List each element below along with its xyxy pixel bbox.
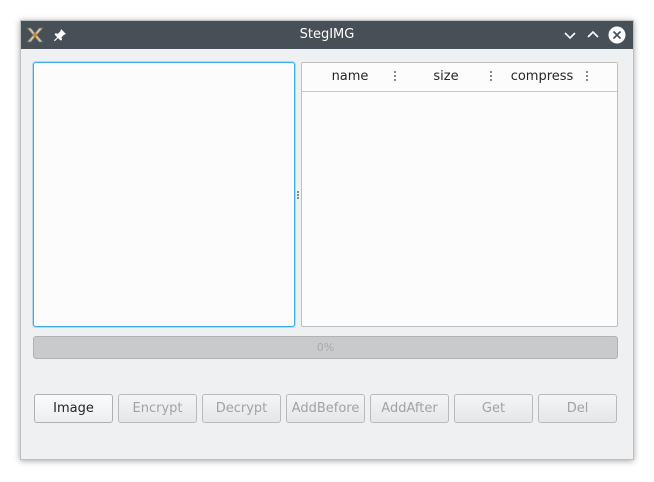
progress-bar: 0% bbox=[33, 336, 618, 359]
button-label: AddAfter bbox=[381, 401, 438, 416]
app-window: StegIMG name size compress 0% Image Encr… bbox=[20, 20, 634, 460]
column-label-size: size bbox=[433, 69, 459, 84]
table-header: name size compress bbox=[302, 63, 617, 92]
add-after-button[interactable]: AddAfter bbox=[370, 394, 449, 423]
column-label-compress: compress bbox=[510, 69, 574, 84]
add-before-button[interactable]: AddBefore bbox=[286, 394, 365, 423]
image-view[interactable] bbox=[33, 62, 295, 327]
column-header-compress[interactable]: compress bbox=[494, 63, 590, 91]
image-button[interactable]: Image bbox=[34, 394, 113, 423]
button-label: Decrypt bbox=[215, 401, 268, 416]
close-icon[interactable] bbox=[608, 26, 626, 44]
window-title: StegIMG bbox=[299, 27, 355, 42]
button-label: Del bbox=[566, 401, 589, 416]
decrypt-button[interactable]: Decrypt bbox=[202, 394, 281, 423]
progress-text: 0% bbox=[316, 341, 335, 354]
button-label: Image bbox=[53, 401, 94, 416]
encrypt-button[interactable]: Encrypt bbox=[118, 394, 197, 423]
minimize-icon[interactable] bbox=[561, 26, 579, 44]
delete-button[interactable]: Del bbox=[538, 394, 617, 423]
column-resize-handle[interactable] bbox=[584, 71, 590, 83]
button-label: Encrypt bbox=[132, 401, 183, 416]
maximize-icon[interactable] bbox=[584, 26, 602, 44]
column-header-size[interactable]: size bbox=[398, 63, 494, 91]
file-table[interactable]: name size compress bbox=[301, 62, 618, 327]
column-label-name: name bbox=[331, 69, 369, 84]
button-label: Get bbox=[481, 401, 506, 416]
button-label: AddBefore bbox=[291, 401, 360, 416]
title-bar[interactable]: StegIMG bbox=[21, 21, 633, 49]
splitter-handle[interactable] bbox=[296, 191, 299, 201]
get-button[interactable]: Get bbox=[454, 394, 533, 423]
column-header-name[interactable]: name bbox=[302, 63, 398, 91]
